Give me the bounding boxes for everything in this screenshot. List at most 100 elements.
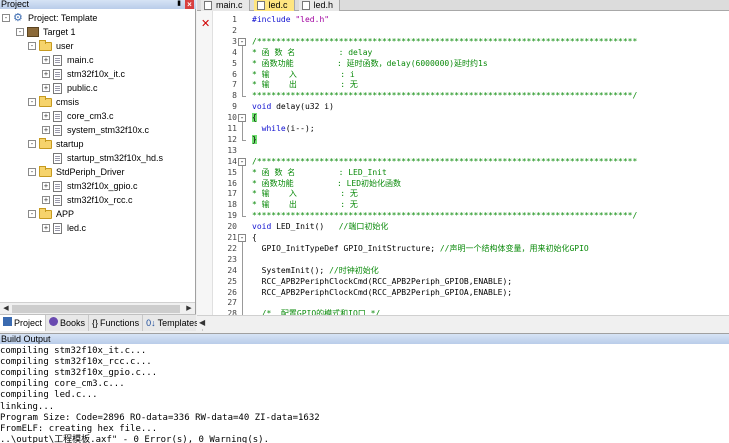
collapse-icon[interactable]: -	[28, 168, 36, 176]
panel-tab-books[interactable]: Books	[46, 315, 90, 331]
tree-item-label: stm32f10x_it.c	[67, 69, 126, 79]
code-line[interactable]: void delay(u32 i)	[252, 102, 334, 112]
code-line[interactable]: {	[252, 113, 257, 123]
line-number-gutter: 1 2 3 4 5 6 7 8 9 10 11 12 13 14 15 16 17 18 19 20 21 22 23 24 2…	[214, 11, 237, 315]
tree-item[interactable]: + public.c	[42, 81, 98, 95]
file-icon	[53, 152, 62, 164]
tree-item[interactable]: + stm32f10x_gpio.c	[42, 179, 138, 193]
tree-item[interactable]: - startup	[28, 137, 84, 151]
close-icon[interactable]: ×	[185, 0, 194, 9]
panel-tab-functions[interactable]: {} Functions	[89, 315, 144, 331]
panel-tab-templates[interactable]: 0↓ Templates	[143, 315, 203, 331]
code-line[interactable]: #include "led.h"	[252, 15, 329, 25]
editor-tab[interactable]: main.c	[201, 0, 250, 11]
collapse-icon[interactable]: -	[16, 28, 24, 36]
tree-item[interactable]: + core_cm3.c	[42, 109, 114, 123]
scroll-left-icon[interactable]: ◀	[1, 304, 11, 314]
code-editor[interactable]: ✕ 1 2 3 4 5 6 7 8 9 10 11 12 13 14 15 16 17 18 19 20 21 22 23 2…	[197, 11, 729, 315]
code-line[interactable]: }	[252, 134, 257, 145]
editor-horizontal-scrollbar[interactable]: ◀	[197, 315, 729, 329]
code-line[interactable]: * 输 出 : 无	[252, 200, 358, 210]
tree-item[interactable]: - ⚙ Project: Template	[2, 11, 97, 25]
code-line[interactable]: /***************************************…	[252, 37, 637, 47]
code-line[interactable]: * 函 数 名 : LED_Init	[252, 168, 387, 178]
file-icon	[53, 68, 62, 80]
fold-collapse-icon[interactable]: -	[238, 114, 246, 123]
build-output-panel[interactable]: compiling stm32f10x_it.c... compiling stm…	[0, 344, 729, 443]
scroll-left-icon[interactable]: ◀	[199, 318, 205, 327]
code-area[interactable]: #include "led.h" /***********************…	[252, 11, 729, 315]
code-line[interactable]: RCC_APB2PeriphClockCmd(RCC_APB2Periph_GP…	[252, 277, 512, 287]
tree-item[interactable]: + led.c	[42, 221, 86, 235]
line-number: 1	[232, 15, 237, 24]
code-line[interactable]: SystemInit(); //时钟初始化	[252, 266, 379, 276]
file-icon	[53, 54, 62, 66]
line-number: 13	[227, 145, 237, 155]
collapse-icon[interactable]: -	[28, 98, 36, 106]
file-icon	[53, 194, 62, 206]
expand-icon[interactable]: +	[42, 196, 50, 204]
fold-collapse-icon[interactable]: -	[238, 157, 246, 166]
code-line[interactable]: {	[252, 233, 257, 243]
fold-collapse-icon[interactable]: -	[238, 37, 246, 46]
folder-icon	[39, 39, 52, 51]
fold-collapse-icon[interactable]: -	[238, 234, 246, 242]
expand-icon[interactable]: +	[42, 70, 50, 78]
line-number: 21	[227, 233, 237, 242]
tree-item-label: cmsis	[56, 97, 79, 107]
code-line[interactable]: ****************************************…	[252, 91, 637, 101]
code-line[interactable]: ****************************************…	[252, 211, 637, 221]
tree-item[interactable]: + stm32f10x_rcc.c	[42, 193, 133, 207]
code-line[interactable]: * 函 数 名 : delay	[252, 48, 372, 58]
fold-guide	[242, 45, 243, 97]
line-number: 18	[227, 200, 237, 210]
expand-icon[interactable]: +	[42, 112, 50, 120]
collapse-icon[interactable]: -	[28, 140, 36, 148]
expand-icon[interactable]: +	[42, 224, 50, 232]
code-line[interactable]: while(i--);	[252, 124, 315, 134]
tree-item[interactable]: - APP	[28, 207, 74, 221]
editor-tab-label: led.c	[268, 0, 288, 10]
expand-icon[interactable]: +	[42, 126, 50, 134]
tree-item[interactable]: - user	[28, 39, 74, 53]
project-panel-header: Project ▮ ×	[0, 0, 196, 9]
line-number: 19	[227, 211, 237, 221]
tree-item-label: APP	[56, 209, 75, 219]
editor-tab[interactable]: led.c	[253, 0, 295, 11]
tree-item[interactable]: startup_stm32f10x_hd.s	[42, 151, 163, 165]
code-line[interactable]: * 函数功能 : 延时函数，delay(6000000)延时约1s	[252, 59, 488, 69]
tree-horizontal-scrollbar[interactable]: ◀ ▶	[0, 302, 195, 314]
tree-item[interactable]: - StdPeriph_Driver	[28, 165, 125, 179]
code-line[interactable]: /***************************************…	[252, 157, 637, 167]
collapse-icon[interactable]: -	[28, 42, 36, 50]
build-output-line: compiling stm32f10x_gpio.c...	[0, 368, 158, 379]
tree-item[interactable]: + main.c	[42, 53, 94, 67]
build-output-line: compiling core_cm3.c...	[0, 379, 125, 390]
scroll-right-icon[interactable]: ▶	[184, 304, 194, 314]
code-line[interactable]: * 输 入 : 无	[252, 189, 358, 199]
code-line[interactable]: * 函数功能 : LED初始化函数	[252, 179, 401, 189]
code-line[interactable]: RCC_APB2PeriphClockCmd(RCC_APB2Periph_GP…	[252, 288, 512, 298]
expand-icon[interactable]: +	[42, 84, 50, 92]
tree-item[interactable]: - cmsis	[28, 95, 79, 109]
tree-item[interactable]: + system_stm32f10x.c	[42, 123, 149, 137]
tree-item-label: stm32f10x_rcc.c	[67, 195, 133, 205]
code-line[interactable]: * 输 出 : 无	[252, 80, 358, 90]
editor-tab[interactable]: led.h	[298, 0, 341, 11]
panel-tab-project[interactable]: Project	[0, 315, 47, 331]
code-line[interactable]: GPIO_InitTypeDef GPIO_InitStructure; //声…	[252, 244, 589, 254]
tree-item[interactable]: + stm32f10x_it.c	[42, 67, 125, 81]
tree-item[interactable]: - Target 1	[16, 25, 76, 39]
file-icon	[53, 222, 62, 234]
collapse-icon[interactable]: -	[28, 210, 36, 218]
expand-icon[interactable]: +	[42, 182, 50, 190]
scrollbar-thumb[interactable]	[12, 305, 180, 313]
collapse-icon[interactable]: -	[2, 14, 10, 22]
expand-icon[interactable]: +	[42, 56, 50, 64]
pin-icon[interactable]: ▮	[175, 0, 183, 8]
error-marker-icon: ✕	[201, 17, 211, 30]
code-line[interactable]: void LED_Init() //端口初始化	[252, 222, 388, 232]
code-line[interactable]: * 输 入 : i	[252, 70, 355, 80]
line-number: 27	[227, 298, 237, 308]
project-panel-tabs: Project Books{} Functions 0↓ Templates	[0, 314, 203, 331]
